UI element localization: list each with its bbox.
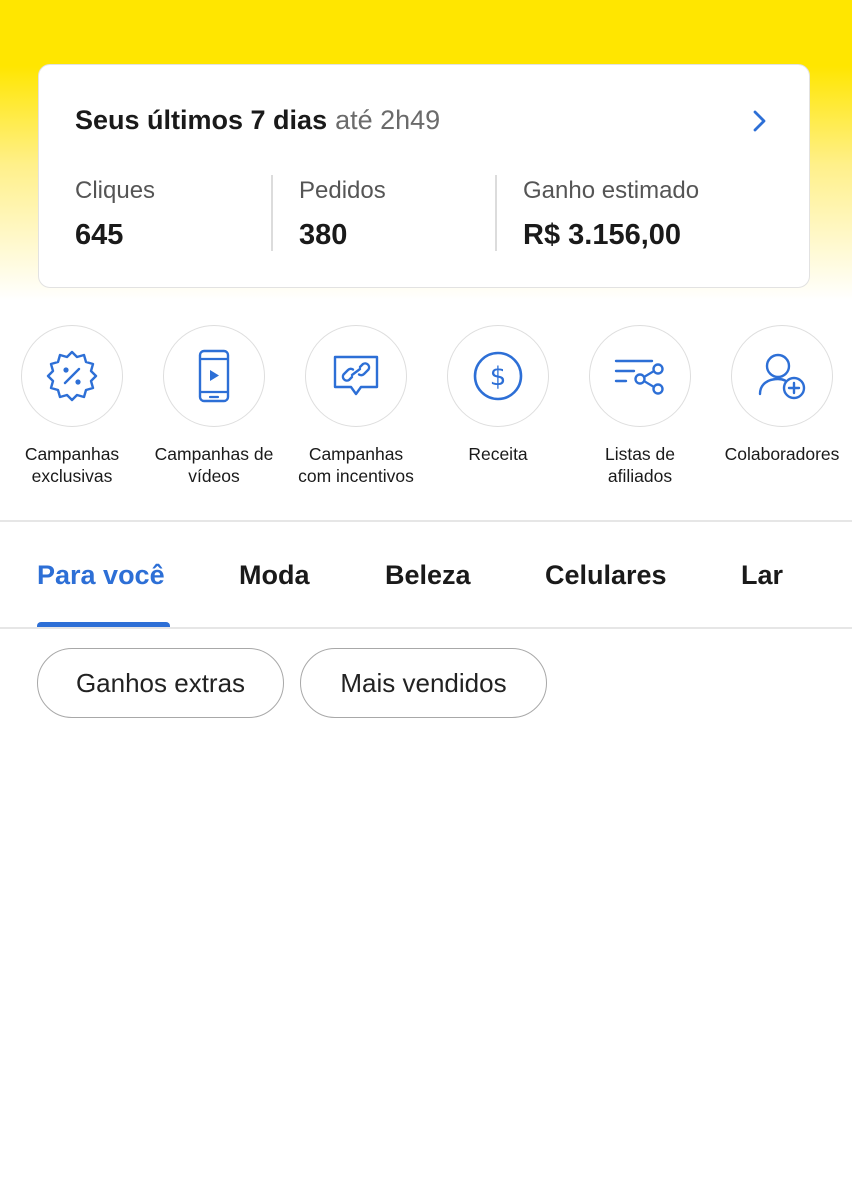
metric-label: Cliques	[75, 177, 156, 204]
last-7-days-summary-card[interactable]: Seus últimos 7 dias até 2h49 Cliques 645 …	[38, 64, 810, 288]
tab-celulares[interactable]: Celulares	[545, 560, 667, 591]
chevron-right-icon[interactable]	[747, 107, 771, 135]
link-chat-icon	[333, 355, 379, 396]
shortcuts-row: Campanhas exclusivas Campanhas de vídeos C…	[0, 325, 852, 495]
list-share-icon	[614, 359, 664, 395]
shortcut-video-campaigns[interactable]: Campanhas de vídeos	[143, 325, 285, 487]
shortcut-circle[interactable]	[21, 325, 123, 427]
shortcut-label: Campanhas de vídeos	[154, 444, 274, 486]
shortcut-circle[interactable]: $	[447, 325, 549, 427]
shortcut-circle[interactable]	[305, 325, 407, 427]
summary-title: Seus últimos 7 dias	[75, 105, 328, 135]
tab-lar[interactable]: Lar	[741, 560, 783, 591]
tabs-divider	[0, 627, 852, 629]
shortcut-collaborators[interactable]: Colaboradores	[711, 325, 852, 465]
shortcut-circle[interactable]	[163, 325, 265, 427]
metric-divider	[495, 175, 497, 251]
chip-mais-vendidos[interactable]: Mais vendidos	[300, 648, 547, 718]
shortcut-exclusive-campaigns[interactable]: Campanhas exclusivas	[1, 325, 143, 487]
summary-subtitle: até 2h49	[335, 105, 441, 135]
metric-value: R$ 3.156,00	[523, 219, 682, 251]
shortcut-label: Campanhas com incentivos	[298, 444, 414, 486]
metric-label: Ganho estimado	[523, 177, 700, 204]
metric-value: 380	[299, 219, 348, 251]
shortcut-circle[interactable]	[731, 325, 833, 427]
metric-label: Pedidos	[299, 177, 386, 204]
svg-text:$: $	[490, 362, 507, 392]
shortcut-label: Campanhas exclusivas	[24, 444, 120, 486]
discount-badge-icon	[46, 350, 98, 402]
dollar-circle-icon: $	[473, 351, 523, 401]
add-user-icon	[758, 353, 806, 400]
category-tabs: Para você Moda Beleza Celulares Lar	[0, 522, 852, 628]
metric-estimated-earnings: Ganho estimado R$ 3.156,00	[523, 177, 699, 252]
video-phone-icon	[198, 349, 230, 403]
shortcut-label: Colaboradores	[724, 444, 840, 464]
tab-beleza[interactable]: Beleza	[385, 560, 471, 591]
shortcut-label: Listas de afiliados	[604, 444, 676, 486]
metric-divider	[271, 175, 273, 251]
shortcut-circle[interactable]	[589, 325, 691, 427]
chip-ganhos-extras[interactable]: Ganhos extras	[37, 648, 284, 718]
shortcut-incentive-campaigns[interactable]: Campanhas com incentivos	[285, 325, 427, 487]
shortcut-affiliate-lists[interactable]: Listas de afiliados	[569, 325, 711, 487]
metric-clicks: Cliques 645	[75, 177, 155, 252]
summary-header: Seus últimos 7 dias até 2h49	[75, 105, 440, 136]
shortcut-label: Receita	[468, 444, 528, 464]
metric-value: 645	[75, 219, 124, 251]
tab-para-voce[interactable]: Para você	[37, 560, 165, 591]
tab-moda[interactable]: Moda	[239, 560, 310, 591]
shortcut-revenue[interactable]: $ Receita	[427, 325, 569, 465]
metric-orders: Pedidos 380	[299, 177, 386, 252]
